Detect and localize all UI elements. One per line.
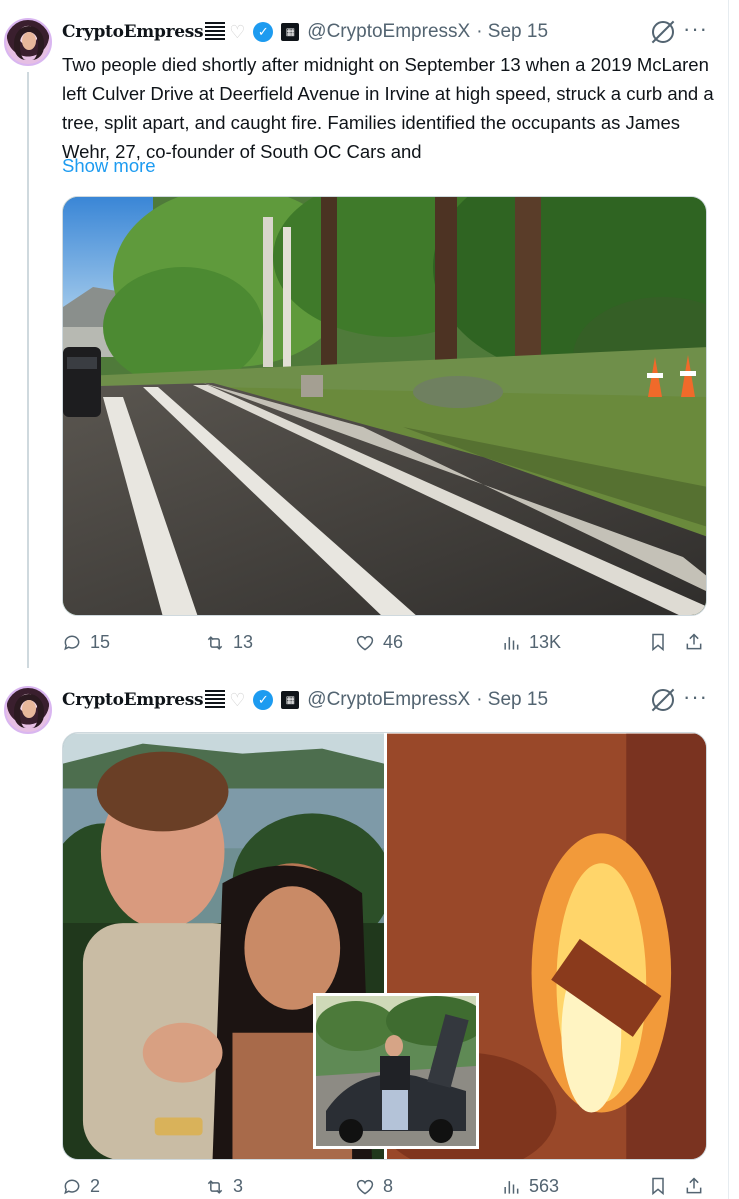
repost-icon xyxy=(207,1179,223,1194)
tweet-photo-grid[interactable] xyxy=(62,732,707,1160)
bookmark-icon xyxy=(652,1177,664,1196)
share-icon xyxy=(686,633,702,650)
tweet-header: CryptoEmpress ♡ ✓ ▦ @CryptoEmpressX · Se… xyxy=(62,20,548,44)
tweet-photo-street[interactable] xyxy=(62,196,707,616)
user-handle[interactable]: @CryptoEmpressX xyxy=(307,689,470,711)
more-icon[interactable]: ··· xyxy=(683,18,708,40)
show-more-link[interactable]: Show more xyxy=(62,155,156,177)
views-count: 563 xyxy=(529,1176,560,1196)
avatar[interactable] xyxy=(4,686,52,734)
grok-icon[interactable] xyxy=(652,689,674,711)
display-name[interactable]: CryptoEmpress xyxy=(62,22,204,42)
reply-button[interactable]: 2 xyxy=(62,1176,100,1197)
tweet-actions: 15 13 46 13K xyxy=(62,632,714,658)
bookmark-icon xyxy=(652,633,664,652)
reply-icon xyxy=(64,635,80,650)
bookmark-button[interactable] xyxy=(648,1176,668,1196)
affiliate-badge-icon[interactable]: ▦ xyxy=(281,23,300,41)
reply-icon xyxy=(64,1179,80,1194)
more-icon[interactable]: ··· xyxy=(683,686,708,708)
verified-badge-icon[interactable]: ✓ xyxy=(253,22,274,42)
like-icon xyxy=(356,635,374,651)
bars-emoji-icon xyxy=(205,22,226,42)
display-name[interactable]: CryptoEmpress xyxy=(62,690,204,710)
bookmark-button[interactable] xyxy=(648,632,668,652)
inset-photo-car xyxy=(313,993,479,1149)
like-count: 8 xyxy=(383,1176,394,1196)
white-heart-icon: ♡ xyxy=(229,690,246,710)
tweet-date[interactable]: · Sep 15 xyxy=(476,21,548,43)
like-button[interactable]: 46 xyxy=(355,632,403,653)
reply-button[interactable]: 15 xyxy=(62,632,110,653)
reply-count: 2 xyxy=(90,1176,101,1196)
bars-emoji-icon xyxy=(205,690,226,710)
right-border xyxy=(728,0,729,1199)
share-button[interactable] xyxy=(684,1176,704,1196)
tweet-header: CryptoEmpress ♡ ✓ ▦ @CryptoEmpressX · Se… xyxy=(62,688,548,712)
like-count: 46 xyxy=(383,632,404,652)
views-icon xyxy=(504,1180,519,1194)
views-button[interactable]: 563 xyxy=(501,1176,559,1197)
repost-icon xyxy=(207,635,223,650)
avatar[interactable] xyxy=(4,18,52,66)
thread-line xyxy=(27,72,29,668)
white-heart-icon: ♡ xyxy=(229,22,246,42)
street-scene-image xyxy=(63,197,706,615)
affiliate-badge-icon[interactable]: ▦ xyxy=(281,691,300,709)
tweet-text: Two people died shortly after midnight o… xyxy=(62,54,714,162)
views-icon xyxy=(504,636,519,650)
like-icon xyxy=(356,1179,374,1195)
repost-button[interactable]: 13 xyxy=(205,632,253,653)
tweet-actions: 2 3 8 563 xyxy=(62,1176,714,1199)
user-handle[interactable]: @CryptoEmpressX xyxy=(307,21,470,43)
repost-button[interactable]: 3 xyxy=(205,1176,243,1197)
grok-icon[interactable] xyxy=(652,21,674,43)
repost-count: 13 xyxy=(233,632,254,652)
views-button[interactable]: 13K xyxy=(501,632,561,653)
share-button[interactable] xyxy=(684,632,704,652)
verified-badge-icon[interactable]: ✓ xyxy=(253,690,274,710)
reply-count: 15 xyxy=(90,632,111,652)
like-button[interactable]: 8 xyxy=(355,1176,393,1197)
views-count: 13K xyxy=(529,632,562,652)
repost-count: 3 xyxy=(233,1176,244,1196)
tweet-date[interactable]: · Sep 15 xyxy=(476,689,548,711)
share-icon xyxy=(686,1177,702,1194)
